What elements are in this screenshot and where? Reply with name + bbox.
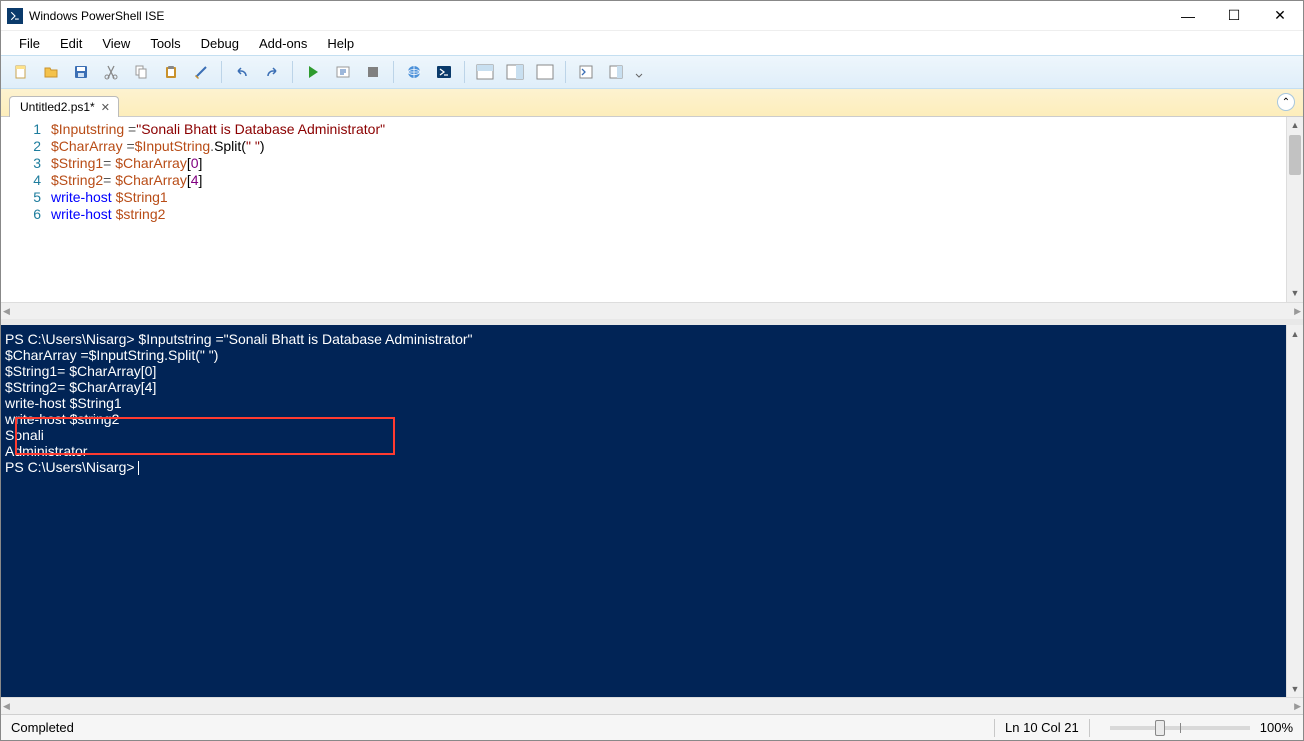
open-file-icon[interactable] [37, 59, 65, 85]
console-line: PS C:\Users\Nisarg> [5, 459, 1299, 475]
scroll-right-icon[interactable]: ▶ [1294, 701, 1301, 712]
status-separator [1089, 719, 1090, 737]
remote-icon[interactable] [400, 59, 428, 85]
scroll-left-icon[interactable]: ◀ [3, 306, 10, 317]
console-line: PS C:\Users\Nisarg> $Inputstring ="Sonal… [5, 331, 1299, 347]
app-icon [7, 8, 23, 24]
minimize-button[interactable]: — [1165, 1, 1211, 31]
top-pane-icon[interactable] [471, 59, 499, 85]
paste-icon[interactable] [157, 59, 185, 85]
line-number: 3 [1, 155, 41, 172]
window-controls: — ☐ ✕ [1165, 1, 1303, 31]
code-line[interactable]: $String2= $CharArray[4] [51, 172, 385, 189]
slider-tick [1180, 723, 1181, 733]
line-number: 4 [1, 172, 41, 189]
redo-icon[interactable] [258, 59, 286, 85]
script-editor[interactable]: 123456 $Inputstring ="Sonali Bhatt is Da… [1, 117, 1303, 302]
undo-icon[interactable] [228, 59, 256, 85]
console-output[interactable]: PS C:\Users\Nisarg> $Inputstring ="Sonal… [5, 331, 1299, 475]
code-area[interactable]: $Inputstring ="Sonali Bhatt is Database … [51, 117, 385, 302]
statusbar: Completed Ln 10 Col 21 100% [1, 714, 1303, 740]
save-icon[interactable] [67, 59, 95, 85]
menu-debug[interactable]: Debug [191, 34, 249, 53]
scroll-down-icon[interactable]: ▼ [1287, 680, 1303, 697]
copy-icon[interactable] [127, 59, 155, 85]
tab-strip: Untitled2.ps1* ✕ ⌃ [1, 89, 1303, 117]
console-line: write-host $String1 [5, 395, 1299, 411]
toolbar-separator [565, 61, 566, 83]
editor-vertical-scrollbar[interactable]: ▲ ▼ [1286, 117, 1303, 302]
tab-close-icon[interactable]: ✕ [101, 101, 110, 114]
new-file-icon[interactable] [7, 59, 35, 85]
line-number: 2 [1, 138, 41, 155]
console-line: $String2= $CharArray[4] [5, 379, 1299, 395]
titlebar: Windows PowerShell ISE — ☐ ✕ [1, 1, 1303, 31]
line-number: 6 [1, 206, 41, 223]
console-horizontal-scrollbar[interactable]: ◀ ▶ [1, 697, 1303, 714]
line-number-gutter: 123456 [1, 117, 51, 302]
cut-icon[interactable] [97, 59, 125, 85]
clear-icon[interactable] [187, 59, 215, 85]
menu-help[interactable]: Help [317, 34, 364, 53]
scroll-down-icon[interactable]: ▼ [1287, 285, 1303, 302]
console-pane[interactable]: PS C:\Users\Nisarg> $Inputstring ="Sonal… [1, 325, 1303, 697]
toolbar-separator [221, 61, 222, 83]
code-line[interactable]: write-host $string2 [51, 206, 385, 223]
toolbar-separator [464, 61, 465, 83]
toolbar-separator [292, 61, 293, 83]
stop-icon[interactable] [359, 59, 387, 85]
line-number: 5 [1, 189, 41, 206]
console-vertical-scrollbar[interactable]: ▲ ▼ [1286, 325, 1303, 697]
powershell-icon[interactable] [430, 59, 458, 85]
menu-tools[interactable]: Tools [140, 34, 190, 53]
zoom-slider[interactable] [1110, 726, 1250, 730]
menu-add-ons[interactable]: Add-ons [249, 34, 317, 53]
tab-untitled[interactable]: Untitled2.ps1* ✕ [9, 96, 119, 117]
code-line[interactable]: $String1= $CharArray[0] [51, 155, 385, 172]
code-line[interactable]: write-host $String1 [51, 189, 385, 206]
scroll-left-icon[interactable]: ◀ [3, 701, 10, 712]
maximize-button[interactable]: ☐ [1211, 1, 1257, 31]
full-pane-icon[interactable] [531, 59, 559, 85]
run-selection-icon[interactable] [329, 59, 357, 85]
tab-label: Untitled2.ps1* [20, 100, 95, 114]
scroll-up-icon[interactable]: ▲ [1287, 325, 1303, 342]
status-text: Completed [11, 720, 984, 735]
scroll-right-icon[interactable]: ▶ [1294, 306, 1301, 317]
menubar: FileEditViewToolsDebugAdd-onsHelp [1, 31, 1303, 55]
toolbar-overflow-icon[interactable] [632, 59, 646, 85]
line-number: 1 [1, 121, 41, 138]
menu-view[interactable]: View [92, 34, 140, 53]
close-button[interactable]: ✕ [1257, 1, 1303, 31]
console-line: $CharArray =$InputString.Split(" ") [5, 347, 1299, 363]
console-line: Sonali [5, 427, 1299, 443]
scroll-thumb[interactable] [1289, 135, 1301, 175]
collapse-script-pane-icon[interactable]: ⌃ [1277, 93, 1295, 111]
console-line: $String1= $CharArray[0] [5, 363, 1299, 379]
status-separator [994, 719, 995, 737]
editor-horizontal-scrollbar[interactable]: ◀ ▶ [1, 302, 1303, 319]
run-icon[interactable] [299, 59, 327, 85]
toolbar [1, 55, 1303, 89]
cursor-position: Ln 10 Col 21 [1005, 720, 1079, 735]
console-line: Administrator [5, 443, 1299, 459]
code-line[interactable]: $CharArray =$InputString.Split(" ") [51, 138, 385, 155]
menu-edit[interactable]: Edit [50, 34, 92, 53]
console-line: write-host $string2 [5, 411, 1299, 427]
tool-pane-icon[interactable] [602, 59, 630, 85]
zoom-level: 100% [1260, 720, 1293, 735]
window-title: Windows PowerShell ISE [29, 9, 1165, 23]
scroll-up-icon[interactable]: ▲ [1287, 117, 1303, 134]
code-line[interactable]: $Inputstring ="Sonali Bhatt is Database … [51, 121, 385, 138]
menu-file[interactable]: File [9, 34, 50, 53]
right-pane-icon[interactable] [501, 59, 529, 85]
command-addon-icon[interactable] [572, 59, 600, 85]
console-cursor [138, 461, 139, 475]
slider-knob[interactable] [1155, 720, 1165, 736]
toolbar-separator [393, 61, 394, 83]
